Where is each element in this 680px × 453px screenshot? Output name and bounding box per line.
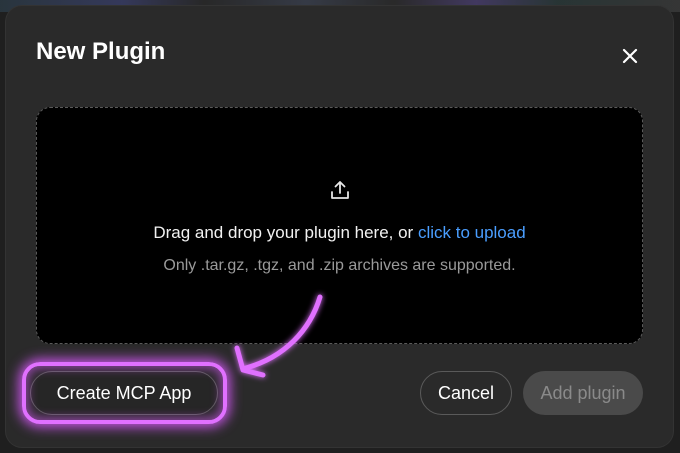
dropzone-text: Drag and drop your plugin here, or — [153, 223, 418, 242]
upload-icon — [331, 181, 349, 199]
cancel-button[interactable]: Cancel — [420, 371, 512, 415]
add-plugin-button[interactable]: Add plugin — [523, 371, 643, 415]
plugin-dropzone[interactable]: Drag and drop your plugin here, or click… — [36, 107, 643, 344]
dialog-title: New Plugin — [36, 38, 166, 65]
create-mcp-app-button[interactable]: Create MCP App — [30, 371, 218, 415]
close-icon — [622, 48, 638, 64]
click-to-upload-link[interactable]: click to upload — [418, 223, 526, 242]
dropzone-instructions: Drag and drop your plugin here, or click… — [37, 221, 642, 245]
supported-formats-note: Only .tar.gz, .tgz, and .zip archives ar… — [163, 257, 516, 274]
new-plugin-dialog: New Plugin Drag and drop your plugin her… — [6, 6, 673, 447]
close-button[interactable] — [612, 38, 648, 74]
